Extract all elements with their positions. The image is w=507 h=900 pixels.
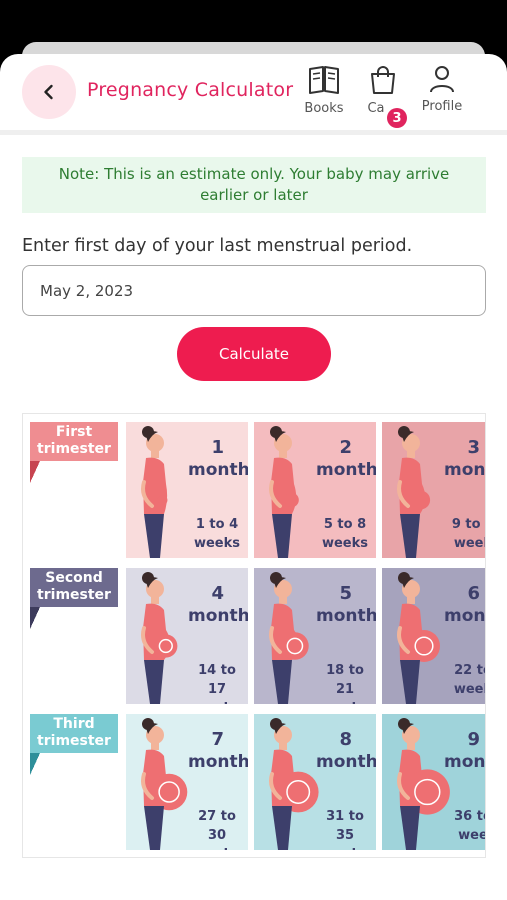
week-range: 27 to 30 weeks — [188, 807, 246, 850]
week-range-line2: weeks — [316, 845, 374, 850]
pregnant-woman-illustration — [269, 572, 309, 704]
week-range-line2: week — [453, 682, 485, 697]
month-number: 7 — [211, 729, 224, 750]
trimester-label-line1: Third — [53, 716, 95, 732]
trimester-ribbon: Third trimester — [30, 714, 118, 753]
nav-profile-label: Profile — [421, 99, 463, 114]
month-card: 7months 27 to 30 weeks — [126, 714, 248, 850]
ribbon-tail — [30, 461, 40, 483]
month-number: 5 — [339, 583, 352, 604]
pregnant-woman-illustration — [397, 426, 431, 558]
month-unit: month — [188, 460, 248, 480]
week-range: 22 to week — [444, 661, 485, 699]
week-range-line1: 31 to 35 — [326, 809, 364, 843]
pregnant-woman-illustration — [141, 718, 188, 850]
week-range-line2: wee — [458, 828, 486, 843]
note-line-2: earlier or later — [200, 186, 308, 204]
month-card: 8months 31 to 35 weeks — [254, 714, 376, 850]
month-card: 9mont 36 to wee — [382, 714, 486, 850]
note-line-1: Note: This is an estimate only. Your bab… — [58, 165, 450, 183]
header-bar: Pregnancy Calculator Books Ca 3 Profile — [0, 54, 507, 130]
week-range: 36 to wee — [444, 807, 486, 845]
month-number: 3 — [467, 437, 480, 458]
page-title: Pregnancy Calculator — [87, 79, 294, 101]
month-number: 9 — [467, 729, 480, 750]
month-unit: months — [188, 606, 248, 626]
week-range-line2: week — [453, 536, 485, 551]
month-unit: mont — [444, 606, 486, 626]
nav-books[interactable]: Books — [298, 64, 350, 116]
pregnancy-months-infographic: Firsttrimester1month1 to 4weeks2months5 … — [22, 413, 486, 858]
trimester-ribbon: Second trimester — [30, 568, 118, 607]
week-range-line1: 36 to — [454, 809, 485, 824]
month-number: 1 — [211, 437, 224, 458]
header-divider — [0, 130, 507, 135]
month-card: 6mont 22 to week — [382, 568, 486, 704]
shopping-bag-icon — [371, 66, 395, 94]
pregnant-woman-illustration — [269, 426, 299, 558]
week-range-line2: weeks — [188, 845, 246, 850]
user-icon — [430, 66, 454, 93]
week-range: 31 to 35 weeks — [316, 807, 374, 850]
month-card: 1 month 1 to 4 weeks — [126, 422, 248, 558]
month-number: 4 — [211, 583, 224, 604]
pregnant-woman-illustration — [141, 572, 178, 704]
back-button[interactable] — [22, 65, 76, 119]
pregnant-woman-illustration — [397, 572, 440, 704]
pregnant-woman-illustration — [141, 426, 168, 558]
month-number: 6 — [467, 583, 480, 604]
nav-cart-label: Ca — [367, 101, 385, 116]
nav-cart[interactable]: Ca 3 — [357, 64, 409, 128]
week-range: 5 to 8 weeks — [316, 515, 374, 553]
month-card: 5months 18 to 21 weeks — [254, 568, 376, 704]
month-unit: months — [188, 752, 248, 772]
lmp-date-input[interactable] — [22, 265, 486, 316]
week-range-line2: weeks — [316, 699, 374, 704]
month-number: 8 — [339, 729, 352, 750]
month-unit: months — [316, 460, 376, 480]
week-range-line1: 14 to 17 — [198, 663, 236, 697]
cart-count-badge: 3 — [387, 108, 407, 128]
trimester-ribbon: First trimester — [30, 422, 118, 461]
pregnant-woman-illustration — [269, 718, 319, 850]
week-range: 14 to 17 weeks — [188, 661, 246, 704]
calculate-button[interactable]: Calculate — [177, 327, 331, 381]
nav-profile[interactable]: Profile — [416, 64, 468, 114]
week-range: 1 to 4 weeks — [188, 515, 246, 553]
trimester-label-line2: trimester — [37, 587, 111, 603]
week-range-line1: 22 to — [454, 663, 485, 678]
month-unit: mont — [444, 460, 486, 480]
trimester-label-line2: trimester — [37, 733, 111, 749]
week-range-line1: 5 to 8 — [323, 517, 367, 532]
month-card: 4months 14 to 17 weeks — [126, 568, 248, 704]
week-range-line2: weeks — [193, 536, 241, 551]
week-range-line1: 1 to 4 — [195, 517, 239, 532]
estimate-note: Note: This is an estimate only. Your bab… — [22, 157, 486, 213]
week-range: 9 to 1 week — [444, 515, 485, 553]
month-number: 2 — [339, 437, 352, 458]
trimester-label-line1: Second — [45, 570, 103, 586]
pregnancy-calculator-screen: Pregnancy Calculator Books Ca 3 Profile — [0, 54, 507, 900]
week-range-line1: 27 to 30 — [198, 809, 236, 843]
week-range-line2: weeks — [321, 536, 369, 551]
month-unit: months — [316, 752, 376, 772]
ribbon-tail — [30, 607, 40, 629]
ribbon-tail — [30, 753, 40, 775]
month-card: 3mont 9 to 1 week — [382, 422, 486, 558]
nav-books-label: Books — [304, 101, 344, 116]
week-range-line1: 18 to 21 — [326, 663, 364, 697]
week-range: 18 to 21 weeks — [316, 661, 374, 704]
chevron-left-icon — [44, 84, 53, 100]
month-card: 2months 5 to 8 weeks — [254, 422, 376, 558]
month-unit: months — [316, 606, 376, 626]
week-range-line2: weeks — [188, 699, 246, 704]
book-icon — [309, 66, 339, 94]
week-range-line1: 9 to 1 — [451, 517, 485, 532]
lmp-label: Enter first day of your last menstrual p… — [22, 236, 413, 256]
pregnant-woman-illustration — [397, 718, 450, 850]
month-unit: mont — [444, 752, 486, 772]
trimester-label-line2: trimester — [37, 441, 111, 457]
trimester-label-line1: First — [55, 424, 93, 440]
